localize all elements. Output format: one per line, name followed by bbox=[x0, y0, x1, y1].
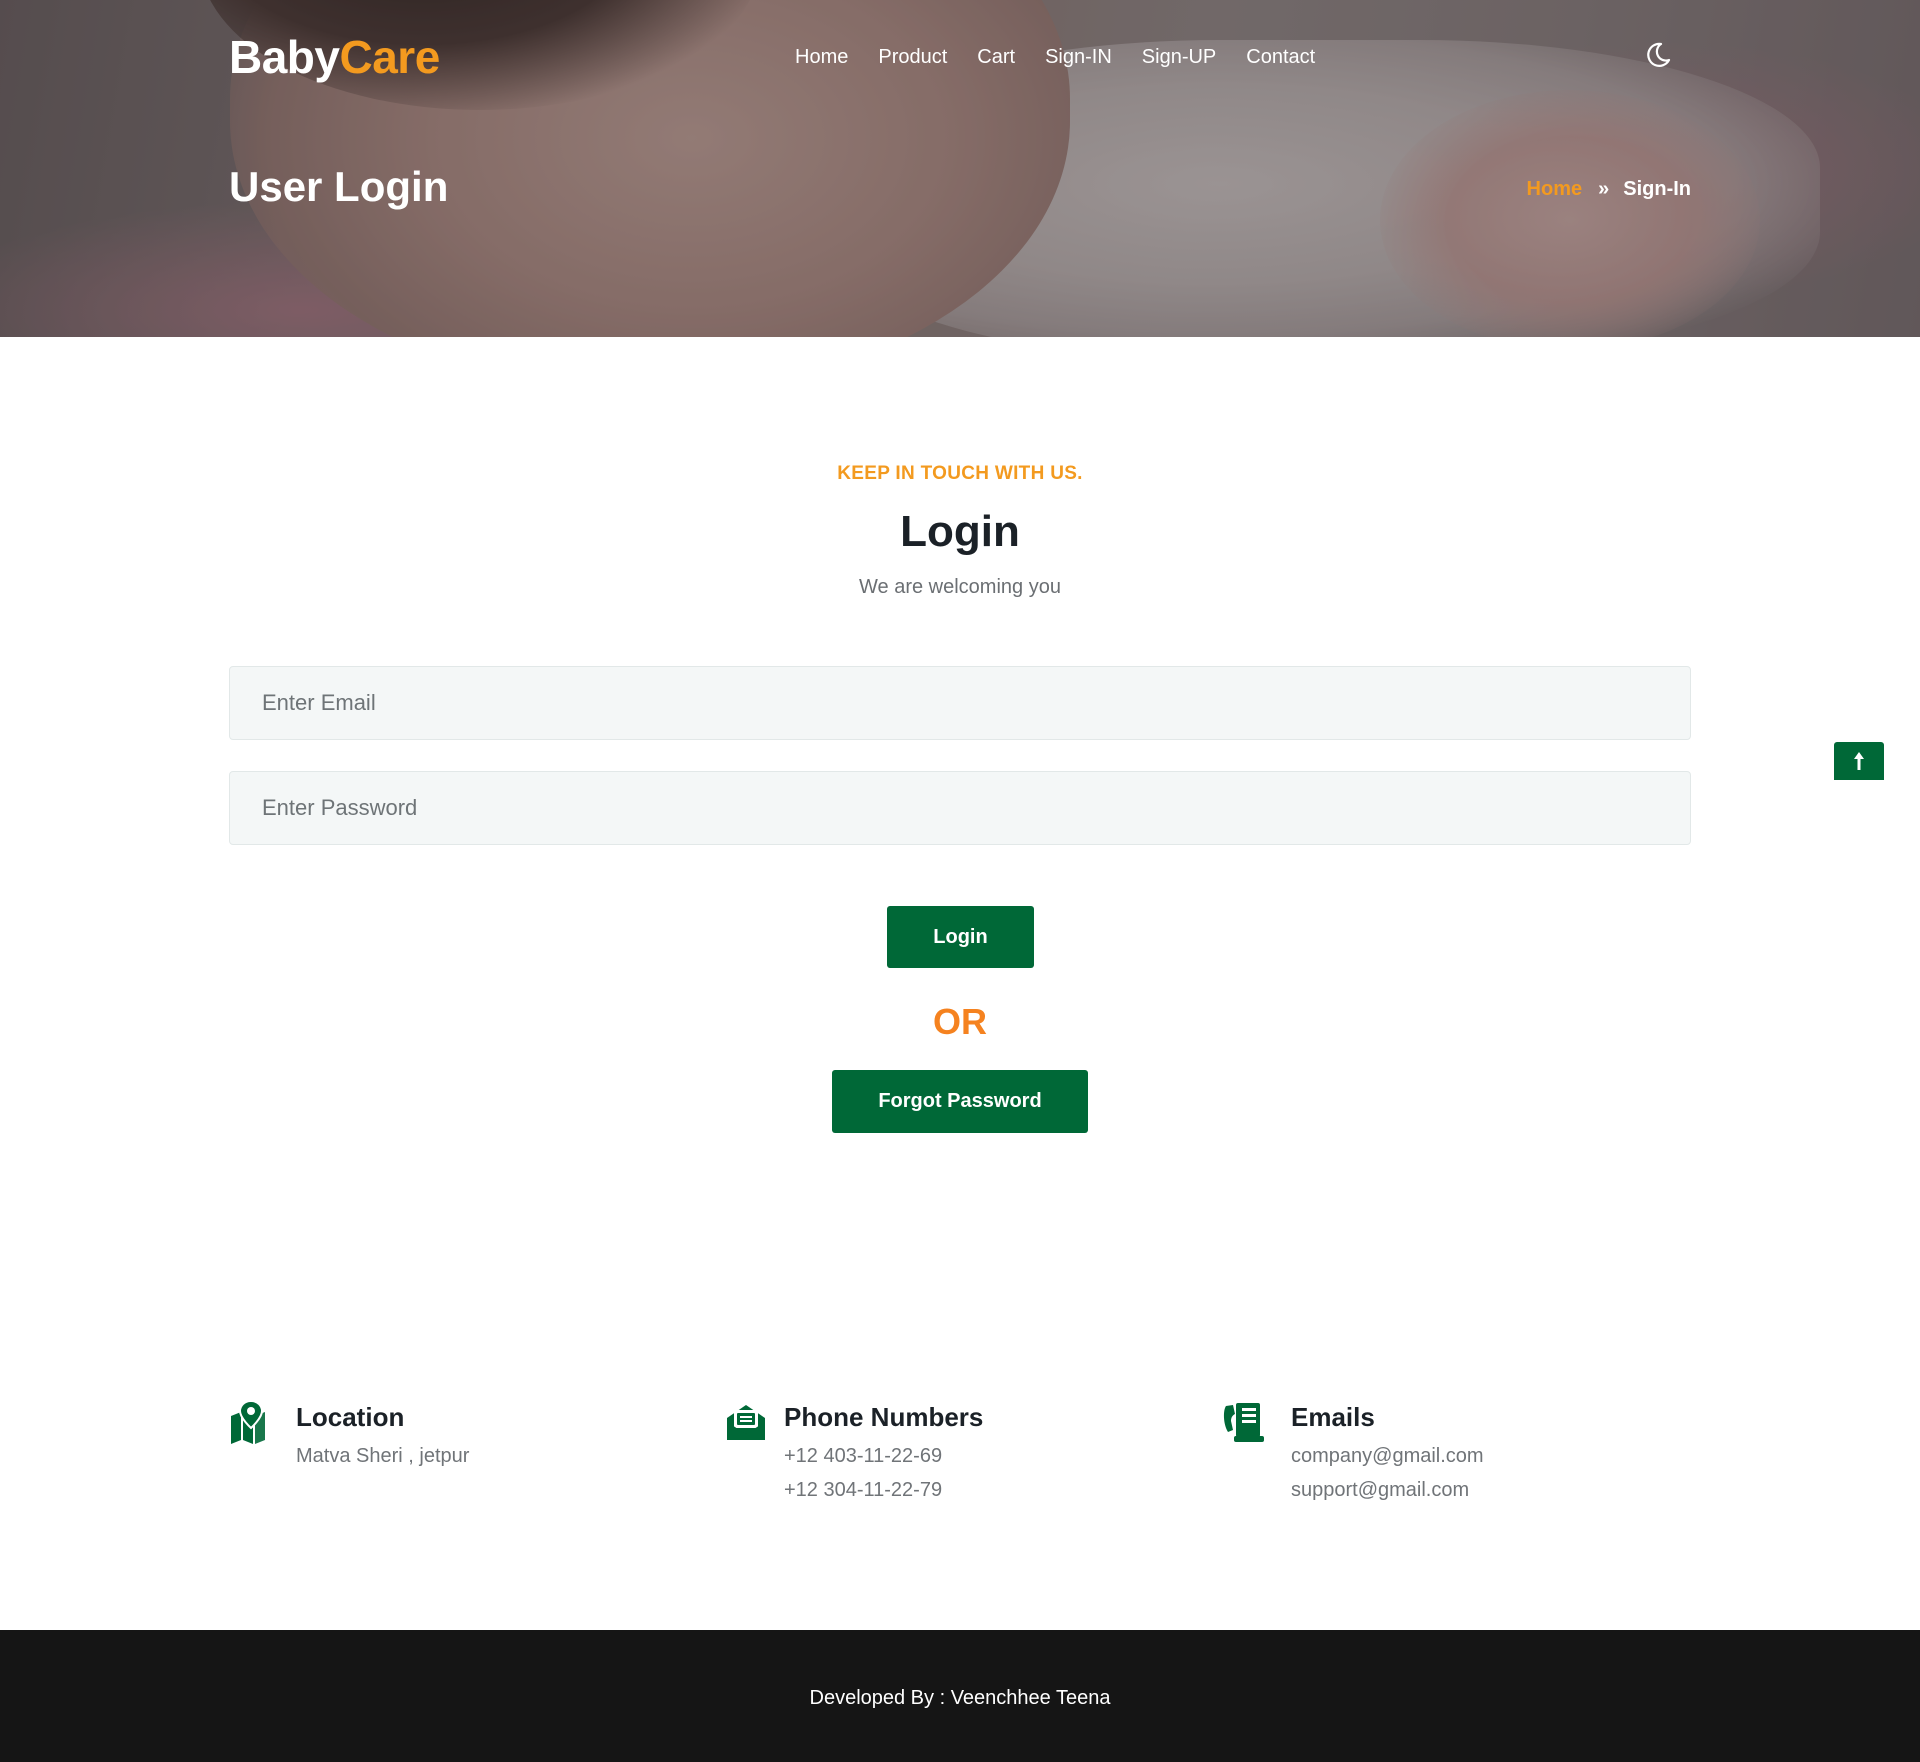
phone-fax-icon bbox=[1222, 1400, 1266, 1444]
login-section: KEEP IN TOUCH WITH US. Login We are welc… bbox=[229, 337, 1691, 1337]
breadcrumb-separator: » bbox=[1598, 178, 1610, 200]
map-location-icon bbox=[229, 1399, 273, 1444]
footer-credit: Developed By : Veenchhee Teena bbox=[809, 1687, 1111, 1709]
breadcrumb: Home » Sign-In bbox=[1527, 178, 1691, 201]
login-subheading: We are welcoming you bbox=[859, 576, 1061, 598]
login-heading: Login bbox=[900, 507, 1020, 556]
envelope-open-icon bbox=[724, 1400, 768, 1444]
contact-info: Location Matva Sheri , jetpur Phone Numb… bbox=[229, 1390, 1691, 1540]
login-button[interactable]: Login bbox=[887, 906, 1034, 968]
footer: Developed By : Veenchhee Teena bbox=[0, 1630, 1920, 1762]
or-divider: OR bbox=[933, 1001, 987, 1042]
arrow-up-icon bbox=[1854, 752, 1864, 770]
hero-content: User Login Home » Sign-In bbox=[229, 0, 1691, 337]
email-input[interactable] bbox=[229, 666, 1691, 740]
login-eyebrow: KEEP IN TOUCH WITH US. bbox=[837, 463, 1083, 484]
contact-location-line: Matva Sheri , jetpur bbox=[296, 1445, 470, 1467]
scroll-to-top-button[interactable] bbox=[1834, 742, 1884, 780]
contact-phone-title: Phone Numbers bbox=[784, 1402, 984, 1432]
contact-emails-line-2: support@gmail.com bbox=[1291, 1479, 1470, 1501]
forgot-password-button[interactable]: Forgot Password bbox=[832, 1070, 1088, 1133]
breadcrumb-current: Sign-In bbox=[1623, 178, 1691, 200]
contact-emails-line-1: company@gmail.com bbox=[1291, 1445, 1484, 1467]
contact-phone-line-2: +12 304-11-22-79 bbox=[784, 1479, 943, 1501]
contact-phone-line-1: +12 403-11-22-69 bbox=[784, 1445, 943, 1467]
hero-banner: BabyCare Home Product Cart Sign-IN Sign-… bbox=[0, 0, 1920, 337]
contact-emails-title: Emails bbox=[1291, 1402, 1375, 1432]
password-input[interactable] bbox=[229, 771, 1691, 845]
breadcrumb-home[interactable]: Home bbox=[1527, 178, 1583, 201]
contact-location-title: Location bbox=[296, 1402, 405, 1432]
page-title: User Login bbox=[229, 163, 449, 210]
